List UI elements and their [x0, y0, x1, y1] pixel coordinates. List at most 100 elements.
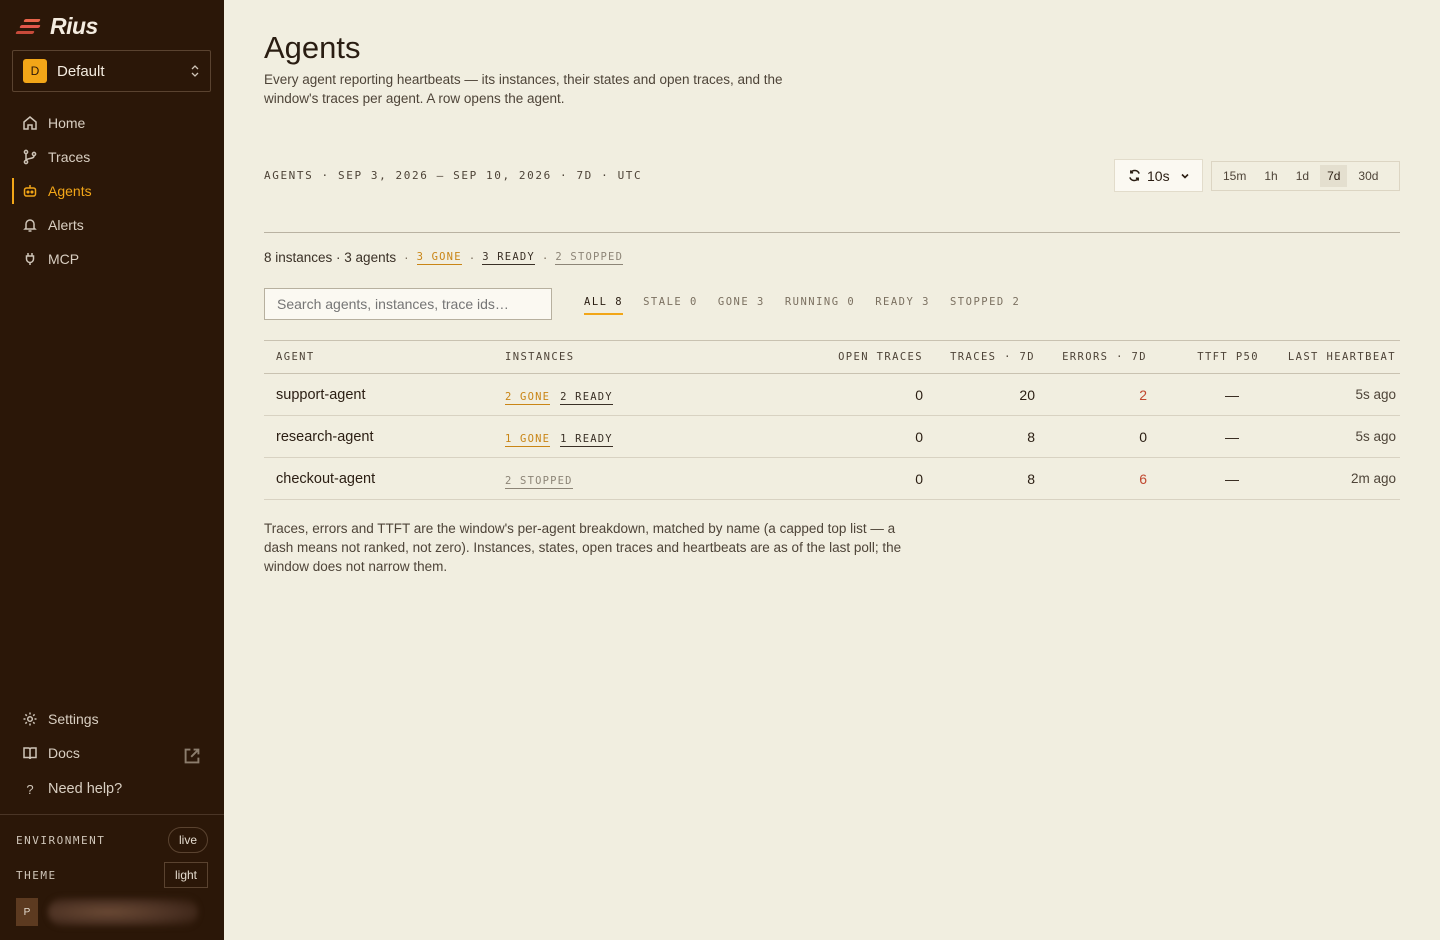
sidebar: Rius D Default Home Traces Agents Alerts…	[0, 0, 224, 940]
range-option-15m[interactable]: 15m	[1216, 165, 1253, 187]
instance-ready-tag[interactable]: 1 READY	[560, 432, 613, 447]
question-mark-icon: ?	[26, 781, 34, 797]
filter-all[interactable]: ALL 8	[584, 296, 624, 315]
range-option-1d[interactable]: 1d	[1289, 165, 1316, 187]
environment-toggle[interactable]: live	[167, 827, 208, 853]
range-option-1h[interactable]: 1h	[1257, 165, 1284, 187]
range-option-7d[interactable]: 7d	[1320, 165, 1348, 187]
column-header-last-heartbeat[interactable]: LAST HEARTBEAT	[1263, 340, 1400, 374]
filter-ready[interactable]: READY 3	[875, 296, 930, 315]
filter-stale[interactable]: STALE 0	[643, 296, 698, 315]
nav-item-docs[interactable]: Docs	[0, 736, 224, 770]
open-traces-value: 0	[805, 457, 927, 500]
sidebar-divider	[0, 814, 224, 815]
instance-states: 2 GONE 2 READY	[505, 373, 805, 416]
filter-stopped[interactable]: STOPPED 2	[950, 296, 1020, 315]
last-heartbeat-value: 2m ago	[1263, 457, 1400, 500]
table-row[interactable]: research-agent 1 GONE 1 READY 0 8 0 — 5s …	[264, 415, 1400, 458]
instance-stopped-tag[interactable]: 2 STOPPED	[505, 474, 573, 489]
open-traces-value: 0	[805, 373, 927, 416]
avatar: P	[16, 898, 38, 926]
range-option-30d[interactable]: 30d	[1351, 165, 1385, 187]
state-filter-tabs: ALL 8 STALE 0 GONE 3 RUNNING 0 READY 3 S…	[584, 296, 1040, 315]
theme-row: THEME light	[16, 862, 208, 888]
traces-icon	[23, 149, 37, 165]
agents-icon	[23, 185, 37, 197]
summary-stopped-link[interactable]: 2 STOPPED	[555, 251, 624, 265]
refresh-interval-select[interactable]: 10s	[1114, 159, 1203, 192]
nav-item-agents[interactable]: Agents	[0, 174, 224, 208]
user-menu[interactable]: P	[16, 898, 198, 926]
nav-item-alerts[interactable]: Alerts	[0, 208, 224, 242]
open-traces-value: 0	[805, 415, 927, 458]
separator-dot: ·	[404, 250, 409, 265]
summary-ready-link[interactable]: 3 READY	[482, 251, 535, 265]
nav-item-settings[interactable]: Settings	[0, 702, 224, 736]
workspace-name: Default	[57, 62, 105, 80]
instance-states: 1 GONE 1 READY	[505, 415, 805, 458]
errors-value: 6	[1039, 457, 1151, 500]
nav-item-label: MCP	[48, 251, 80, 267]
table-row[interactable]: checkout-agent 2 STOPPED 0 8 6 — 2m ago	[264, 457, 1400, 500]
home-icon	[23, 116, 37, 130]
filter-running[interactable]: RUNNING 0	[785, 296, 855, 315]
environment-label: ENVIRONMENT	[16, 833, 106, 847]
plug-icon	[25, 253, 35, 265]
instance-gone-tag[interactable]: 1 GONE	[505, 432, 551, 447]
column-header-open-traces[interactable]: OPEN TRACES	[805, 340, 927, 374]
traces-value: 20	[927, 373, 1039, 416]
nav-item-traces[interactable]: Traces	[0, 140, 224, 174]
separator-dot: ·	[469, 250, 475, 265]
rius-logo-icon	[15, 16, 44, 38]
page-title: Agents	[264, 30, 361, 65]
errors-value: 2	[1039, 373, 1151, 416]
traces-value: 8	[927, 457, 1039, 500]
gear-icon	[23, 712, 37, 726]
search-input[interactable]	[264, 288, 552, 320]
refresh-interval-value: 10s	[1147, 167, 1170, 184]
date-range-label: AGENTS · SEP 3, 2026 – SEP 10, 2026 · 7D…	[264, 169, 643, 182]
blurred-user-name	[48, 898, 198, 926]
nav-item-label: Need help?	[48, 781, 123, 797]
refresh-icon	[1129, 169, 1140, 182]
nav-item-label: Traces	[48, 149, 91, 165]
table-row[interactable]: support-agent 2 GONE 2 READY 0 20 2 — 5s …	[264, 373, 1400, 416]
chevron-up-down-icon	[191, 65, 199, 77]
nav-item-label: Agents	[48, 183, 92, 199]
ttft-value: —	[1151, 415, 1263, 458]
nav-item-home[interactable]: Home	[0, 106, 224, 140]
column-header-ttft[interactable]: TTFT P50	[1151, 340, 1263, 374]
instance-states: 2 STOPPED	[505, 457, 805, 500]
instance-gone-tag[interactable]: 2 GONE	[505, 390, 551, 405]
main-nav: Home Traces Agents Alerts MCP	[0, 106, 224, 276]
traces-value: 8	[927, 415, 1039, 458]
filter-gone[interactable]: GONE 3	[718, 296, 765, 315]
last-heartbeat-value: 5s ago	[1263, 415, 1400, 458]
instance-agent-count: 8 instances · 3 agents	[264, 250, 397, 265]
column-header-instances[interactable]: INSTANCES	[505, 340, 805, 374]
nav-item-mcp[interactable]: MCP	[0, 242, 224, 276]
chevron-down-icon	[1181, 173, 1189, 179]
nav-item-label: Docs	[48, 745, 80, 761]
workspace-switcher[interactable]: D Default	[12, 50, 211, 92]
column-header-traces[interactable]: TRACES · 7D	[927, 340, 1039, 374]
external-link-icon	[184, 748, 200, 764]
nav-item-label: Settings	[48, 711, 99, 727]
agent-name: checkout-agent	[264, 457, 505, 500]
agent-name: support-agent	[264, 373, 505, 416]
theme-toggle[interactable]: light	[163, 862, 208, 888]
logo[interactable]: Rius	[15, 13, 98, 40]
status-summary: 8 instances · 3 agents · 3 GONE · 3 READ…	[264, 250, 624, 265]
instance-ready-tag[interactable]: 2 READY	[560, 390, 613, 405]
nav-item-help[interactable]: ? Need help?	[0, 772, 224, 806]
summary-gone-link[interactable]: 3 GONE	[416, 251, 462, 265]
column-header-agent[interactable]: AGENT	[264, 340, 505, 374]
ttft-value: —	[1151, 457, 1263, 500]
column-header-errors[interactable]: ERRORS · 7D	[1039, 340, 1151, 374]
last-heartbeat-value: 5s ago	[1263, 373, 1400, 416]
nav-item-label: Home	[48, 115, 86, 131]
main-content: Agents Every agent reporting heartbeats …	[264, 0, 1400, 940]
page-description: Every agent reporting heartbeats — its i…	[264, 72, 783, 106]
table-footnote: Traces, errors and TTFT are the window's…	[264, 521, 902, 574]
book-icon	[23, 747, 37, 760]
